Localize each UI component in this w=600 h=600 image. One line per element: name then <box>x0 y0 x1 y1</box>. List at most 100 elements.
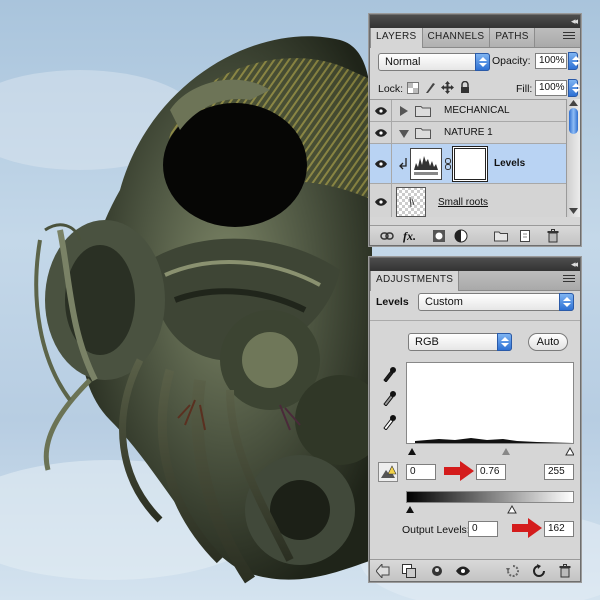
fill-stepper[interactable] <box>567 79 580 98</box>
chain-link-icon[interactable] <box>445 158 451 170</box>
folder-icon <box>415 106 431 117</box>
eye-icon <box>375 129 387 137</box>
layers-panel: ◂◂ LAYERS CHANNELS PATHS Normal Opacity:… <box>369 14 581 246</box>
adjustments-panel-collapse-bar[interactable]: ◂◂ <box>370 258 580 271</box>
fill-label: Fill: <box>516 83 533 95</box>
fill-value: 100% <box>539 82 565 93</box>
visibility-toggle[interactable] <box>370 184 392 217</box>
new-layer-icon[interactable] <box>518 229 532 243</box>
output-slider-track[interactable] <box>406 504 574 514</box>
layers-scrollbar[interactable] <box>566 99 580 217</box>
white-output-slider-icon <box>507 504 517 514</box>
back-icon[interactable] <box>376 564 390 578</box>
channel-dropdown[interactable]: RGB <box>408 333 512 351</box>
input-slider-track[interactable] <box>408 446 575 456</box>
output-black-value: 0 <box>472 523 478 534</box>
reset-icon[interactable] <box>532 564 546 578</box>
white-point-eyedropper-icon[interactable] <box>382 414 396 430</box>
visibility-toggle[interactable] <box>370 122 392 143</box>
output-white-field[interactable]: 162 <box>544 521 574 537</box>
input-black-value: 0 <box>410 466 416 477</box>
visibility-icon[interactable] <box>456 564 470 578</box>
previous-state-icon[interactable] <box>506 564 520 578</box>
lock-position-icon[interactable] <box>441 81 454 94</box>
link-icon[interactable] <box>380 229 394 243</box>
eye-icon <box>375 107 387 115</box>
clipping-arrow-icon <box>399 158 407 170</box>
layer-mask-thumbnail[interactable] <box>454 148 486 180</box>
lock-all-icon[interactable] <box>460 81 470 94</box>
preset-dropdown[interactable]: Custom <box>418 293 574 311</box>
visibility-toggle[interactable] <box>370 144 392 183</box>
gray-point-eyedropper-icon[interactable] <box>382 390 396 406</box>
trash-icon[interactable] <box>558 564 572 578</box>
histogram-graph <box>415 438 573 443</box>
tab-channels[interactable]: CHANNELS <box>422 28 491 47</box>
layers-tab-row: LAYERS CHANNELS PATHS <box>370 28 580 48</box>
black-output-slider-icon <box>406 506 414 513</box>
highlight-arrow-icon <box>512 518 542 538</box>
scroll-up-icon[interactable] <box>569 99 578 106</box>
folder-icon[interactable] <box>494 229 508 243</box>
layer-name: Levels <box>494 158 526 169</box>
output-levels-label: Output Levels: <box>402 524 470 536</box>
lock-transparency-icon[interactable] <box>407 82 419 94</box>
layer-name: NATURE 1 <box>444 127 493 138</box>
opacity-field[interactable]: 100% <box>535 53 567 69</box>
eye-icon <box>375 198 387 206</box>
lock-pixels-icon[interactable] <box>424 81 436 94</box>
input-black-field[interactable]: 0 <box>406 464 436 480</box>
blend-mode-value: Normal <box>385 56 421 68</box>
layer-row-mechanical[interactable]: MECHANICAL <box>370 100 567 122</box>
channel-value: RGB <box>415 336 439 348</box>
layer-row-small-roots[interactable]: Small roots <box>370 184 567 217</box>
levels-thumbnail <box>410 148 442 180</box>
layer-name: MECHANICAL <box>444 105 510 116</box>
tab-paths[interactable]: PATHS <box>490 28 535 47</box>
collapse-arrows-icon[interactable]: ◂◂ <box>571 258 578 271</box>
layers-panel-collapse-bar[interactable]: ◂◂ <box>370 15 580 28</box>
visibility-toggle[interactable] <box>370 100 392 121</box>
tab-layers[interactable]: LAYERS <box>370 28 423 48</box>
opacity-label: Opacity: <box>492 55 531 67</box>
layer-row-levels[interactable]: Levels <box>370 144 567 184</box>
expand-arrow-icon[interactable] <box>400 106 408 116</box>
input-gamma-field[interactable]: 0.76 <box>476 464 506 480</box>
layer-row-nature-1[interactable]: NATURE 1 <box>370 122 567 144</box>
dropdown-arrows-icon <box>475 53 490 71</box>
clipping-warning-icon[interactable] <box>378 462 398 482</box>
folder-icon <box>415 128 431 139</box>
auto-button[interactable]: Auto <box>528 333 568 351</box>
eye-icon <box>375 160 387 168</box>
separator <box>370 320 580 321</box>
dropdown-arrows-icon <box>559 293 574 311</box>
scroll-thumb[interactable] <box>569 108 578 134</box>
output-black-field[interactable]: 0 <box>468 521 498 537</box>
scroll-down-icon[interactable] <box>569 208 578 215</box>
collapse-arrow-icon[interactable] <box>399 130 409 138</box>
tab-adjustments[interactable]: ADJUSTMENTS <box>370 271 460 291</box>
clip-icon[interactable] <box>402 564 416 578</box>
black-point-eyedropper-icon[interactable] <box>382 366 396 382</box>
adjustments-tab-row: ADJUSTMENTS <box>370 271 580 291</box>
fill-field[interactable]: 100% <box>535 80 567 96</box>
eye-toggle-icon[interactable] <box>430 564 444 578</box>
mask-icon[interactable] <box>432 229 446 243</box>
panel-menu-icon[interactable] <box>563 275 575 285</box>
adjustment-icon[interactable] <box>454 229 468 243</box>
highlight-arrow-icon <box>444 461 474 481</box>
adjustments-bottom-bar <box>370 559 580 581</box>
input-white-field[interactable]: 255 <box>544 464 574 480</box>
trash-icon[interactable] <box>546 229 560 243</box>
input-white-value: 255 <box>548 466 565 477</box>
fx-icon[interactable]: fx. <box>403 229 417 243</box>
panel-menu-icon[interactable] <box>563 32 575 42</box>
fill-arrow-icon <box>568 79 580 97</box>
blend-mode-dropdown[interactable]: Normal <box>378 53 490 71</box>
collapse-arrows-icon[interactable]: ◂◂ <box>571 15 578 28</box>
lock-label: Lock: <box>378 83 404 95</box>
layers-list: MECHANICAL NATURE 1 Levels Small roots <box>370 99 567 217</box>
opacity-stepper[interactable] <box>567 52 580 71</box>
preset-value: Custom <box>425 296 463 308</box>
black-input-slider-icon <box>408 448 416 455</box>
